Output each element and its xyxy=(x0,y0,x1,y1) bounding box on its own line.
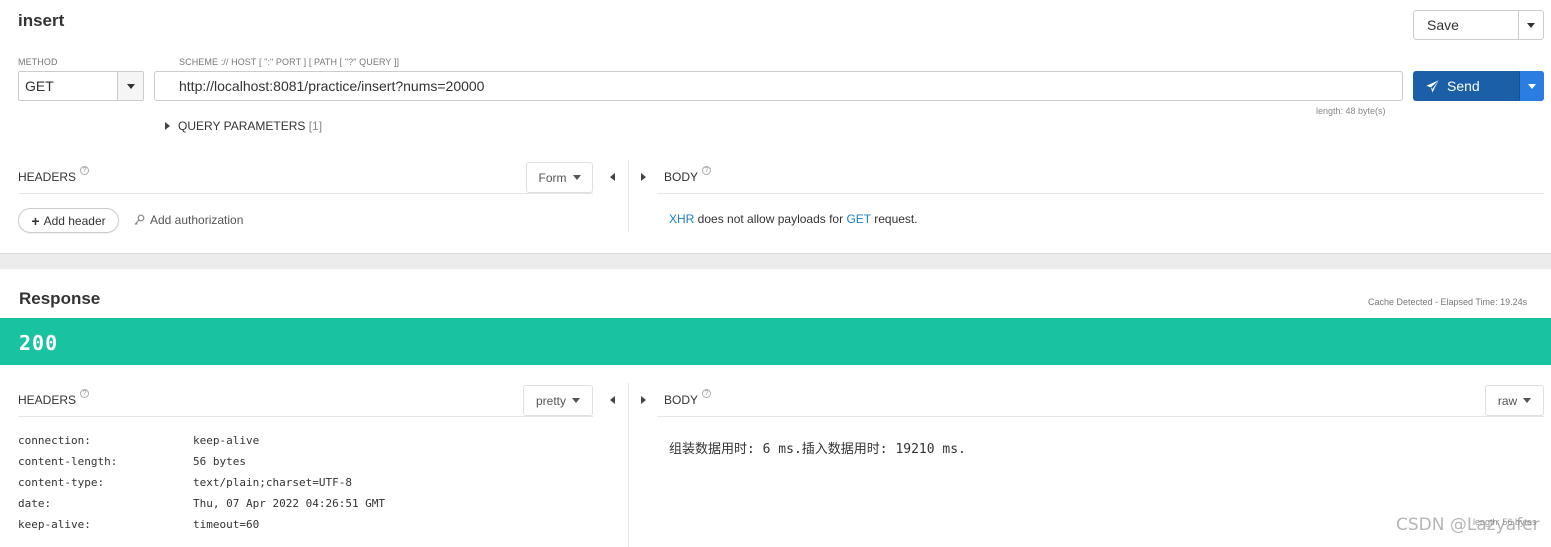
help-circle-icon[interactable]: ? xyxy=(80,166,90,175)
header-row: connection: keep-alive xyxy=(18,434,385,455)
divider xyxy=(18,193,593,194)
divider xyxy=(657,193,1544,194)
send-button[interactable]: Send xyxy=(1413,71,1544,101)
request-headers-heading: HEADERS ? xyxy=(18,166,90,184)
status-code: 200 xyxy=(19,331,59,355)
add-header-label: Add header xyxy=(43,213,106,228)
response-headers-heading: HEADERS ? xyxy=(18,389,90,407)
headers-mode-label: Form xyxy=(538,170,567,185)
collapse-right-icon[interactable] xyxy=(641,396,646,404)
header-row: keep-alive: timeout=60 xyxy=(18,518,385,539)
headers-mode-dropdown[interactable]: Form xyxy=(526,162,593,193)
get-link[interactable]: GET xyxy=(846,212,870,226)
response-headers-list: connection: keep-alive content-length: 56 … xyxy=(18,434,385,539)
method-dropdown-toggle[interactable] xyxy=(118,72,143,100)
chevron-down-icon xyxy=(1528,83,1536,89)
header-key: content-type: xyxy=(18,476,105,489)
add-authorization-link[interactable]: Add authorization xyxy=(134,213,243,227)
header-value: Thu, 07 Apr 2022 04:26:51 GMT xyxy=(193,497,386,510)
url-format-label: SCHEME :// HOST [ ":" PORT ] [ PATH [ "?… xyxy=(179,57,400,67)
help-circle-icon[interactable]: ? xyxy=(702,166,712,175)
response-headers-label: HEADERS xyxy=(18,393,77,407)
chevron-down-icon xyxy=(1527,22,1535,28)
header-row: content-type: text/plain;charset=UTF-8 xyxy=(18,476,385,497)
xhr-link[interactable]: XHR xyxy=(669,212,694,226)
header-value: timeout=60 xyxy=(193,518,260,531)
header-key: connection: xyxy=(18,434,91,447)
panel-divider xyxy=(0,253,1551,269)
query-parameters-toggle[interactable]: QUERY PARAMETERS [1] xyxy=(165,119,322,133)
help-circle-icon[interactable]: ? xyxy=(80,389,90,398)
response-headers-mode-dropdown[interactable]: pretty xyxy=(523,385,593,416)
header-key: date: xyxy=(18,497,52,510)
status-bar xyxy=(0,318,1551,365)
chevron-down-icon xyxy=(1523,398,1532,403)
save-button-label: Save xyxy=(1414,11,1519,39)
header-value: 56 bytes xyxy=(193,455,246,468)
method-select[interactable]: GET xyxy=(18,71,144,101)
save-button[interactable]: Save xyxy=(1413,10,1544,40)
paper-plane-icon xyxy=(1426,79,1439,93)
expand-arrow-icon xyxy=(165,122,170,130)
watermark: CSDN @Lazyafer xyxy=(1396,515,1540,535)
chevron-down-icon xyxy=(572,175,581,180)
send-button-label: Send xyxy=(1447,78,1480,94)
cache-elapsed-info: Cache Detected - Elapsed Time: 19.24s xyxy=(1368,297,1528,307)
help-circle-icon[interactable]: ? xyxy=(702,389,712,398)
header-row: date: Thu, 07 Apr 2022 04:26:51 GMT xyxy=(18,497,385,518)
plus-icon: + xyxy=(31,212,40,229)
response-body-mode-dropdown[interactable]: raw xyxy=(1485,385,1544,416)
add-header-button[interactable]: + Add header xyxy=(18,208,119,233)
add-authorization-label: Add authorization xyxy=(150,213,244,227)
response-body-heading: BODY ? xyxy=(664,389,712,407)
key-icon xyxy=(134,214,145,225)
response-title: Response xyxy=(19,289,101,308)
collapse-left-icon[interactable] xyxy=(610,396,615,404)
header-key: content-length: xyxy=(18,455,118,468)
method-value: GET xyxy=(19,72,118,100)
response-headers-mode-label: pretty xyxy=(535,393,566,408)
query-parameters-label: QUERY PARAMETERS xyxy=(178,119,306,133)
split-divider[interactable] xyxy=(628,383,629,547)
method-label: METHOD xyxy=(18,57,58,67)
collapse-left-icon[interactable] xyxy=(610,173,615,181)
header-value: keep-alive xyxy=(193,434,260,447)
split-divider[interactable] xyxy=(628,160,629,232)
send-dropdown-toggle[interactable] xyxy=(1519,71,1544,101)
divider xyxy=(18,416,593,417)
request-title: insert xyxy=(18,11,65,30)
query-parameters-count: [1] xyxy=(308,119,323,133)
request-body-label: BODY xyxy=(664,170,699,184)
url-length: length: 48 byte(s) xyxy=(1316,106,1386,116)
request-body-heading: BODY ? xyxy=(664,166,712,184)
chevron-down-icon xyxy=(572,398,580,403)
chevron-down-icon xyxy=(126,83,135,89)
header-value: text/plain;charset=UTF-8 xyxy=(193,476,352,489)
save-dropdown-toggle[interactable] xyxy=(1519,11,1543,39)
send-button-main[interactable]: Send xyxy=(1413,71,1519,101)
response-body-mode-label: raw xyxy=(1497,393,1518,408)
response-body-label: BODY xyxy=(664,393,699,407)
body-msg-text: does not allow payloads for xyxy=(694,212,847,226)
header-row: content-length: 56 bytes xyxy=(18,455,385,476)
url-input[interactable] xyxy=(154,71,1403,101)
divider xyxy=(657,416,1544,417)
body-msg-end: request. xyxy=(870,212,918,226)
response-body-text: 组装数据用时: 6 ms.插入数据用时: 19210 ms. xyxy=(669,442,966,457)
body-payload-message: XHR does not allow payloads for GET requ… xyxy=(669,212,918,226)
header-key: keep-alive: xyxy=(18,518,91,531)
collapse-right-icon[interactable] xyxy=(641,173,646,181)
request-headers-label: HEADERS xyxy=(18,170,77,184)
